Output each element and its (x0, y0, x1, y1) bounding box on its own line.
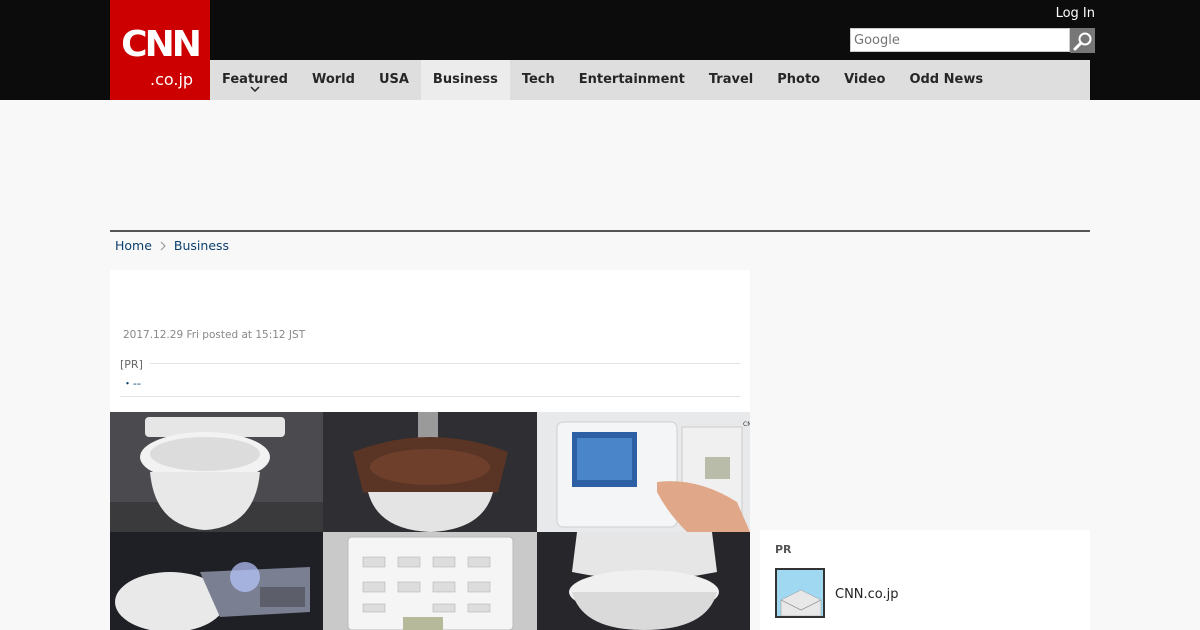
nav-item-label: Entertainment (578, 72, 685, 87)
nav-item-video[interactable]: Video (832, 60, 897, 100)
login-link[interactable]: Log In (1056, 6, 1095, 21)
divider (150, 363, 740, 364)
breadcrumb-home[interactable]: Home (115, 238, 152, 253)
post-date: 2017.12.29 Fri posted at 15:12 JST (123, 329, 306, 341)
pr-link-item: ・-- (122, 375, 141, 391)
chevron-down-icon (250, 86, 260, 92)
pr-item-link[interactable]: CNN.co.jp (835, 587, 899, 602)
control-panel-image: CNN (537, 412, 750, 532)
article-card: 2017.12.29 Fri posted at 15:12 JST [PR] … (110, 270, 750, 630)
remote-image (323, 532, 537, 630)
nav-item-label: Tech (521, 72, 555, 87)
photo-toilet-wood (323, 412, 537, 532)
breadcrumb: Home Business (115, 238, 229, 253)
article-image-collage[interactable]: CNN (110, 412, 750, 630)
breadcrumb-business[interactable]: Business (174, 238, 229, 253)
photo-toilet-dark (537, 532, 750, 630)
nav-item-usa[interactable]: USA (367, 60, 421, 100)
search-input[interactable] (850, 28, 1070, 52)
envelope-icon (777, 570, 823, 616)
section-divider (110, 230, 1090, 232)
photo-control-panel: CNN (537, 412, 750, 532)
bullet-icon: ・ (122, 377, 133, 390)
search-button[interactable] (1070, 28, 1095, 53)
cnn-logo[interactable]: CNN .co.jp (110, 0, 210, 100)
pr-link[interactable]: -- (133, 377, 141, 390)
nav-item-tech[interactable]: Tech (510, 60, 567, 100)
photo-toilet-mechanism (110, 532, 323, 630)
pr-heading: PR (775, 543, 792, 556)
logo-domain: .co.jp (150, 70, 194, 89)
nav-item-label: Travel (708, 72, 754, 87)
search-icon (1073, 32, 1091, 50)
nav-item-label: Business (432, 72, 498, 87)
nav-item-travel[interactable]: Travel (697, 60, 765, 100)
nav-item-label: USA (378, 72, 409, 87)
toilet-image (323, 412, 537, 532)
pr-label: [PR] (120, 358, 143, 371)
pr-sidebar: PR CNN.co.jp (760, 530, 1090, 630)
nav-item-entertainment[interactable]: Entertainment (567, 60, 697, 100)
nav-item-business[interactable]: Business (420, 60, 510, 100)
toilet-image (537, 532, 750, 630)
photo-toilet-white (110, 412, 323, 532)
main-nav: Featured World USA Business Tech Enterta… (210, 60, 1090, 100)
photo-remote-panel (323, 532, 537, 630)
mail-icon[interactable] (775, 568, 825, 618)
toilet-image (110, 532, 323, 630)
nav-item-featured[interactable]: Featured (210, 60, 300, 100)
top-bar: CNN .co.jp Log In Featured World USA Bus… (0, 0, 1200, 100)
nav-item-label: Odd News (909, 72, 984, 87)
nav-item-label: Featured (222, 72, 288, 87)
chevron-right-icon (160, 241, 166, 250)
nav-item-odd-news[interactable]: Odd News (897, 60, 995, 100)
nav-item-label: Video (844, 72, 886, 87)
cnn-watermark: CNN (743, 421, 750, 428)
toilet-image (110, 412, 323, 532)
nav-item-label: World (311, 72, 355, 87)
nav-item-photo[interactable]: Photo (765, 60, 832, 100)
nav-item-world[interactable]: World (300, 60, 367, 100)
nav-item-label: Photo (777, 72, 821, 87)
divider (120, 396, 740, 397)
logo-wordmark: CNN (121, 24, 202, 65)
